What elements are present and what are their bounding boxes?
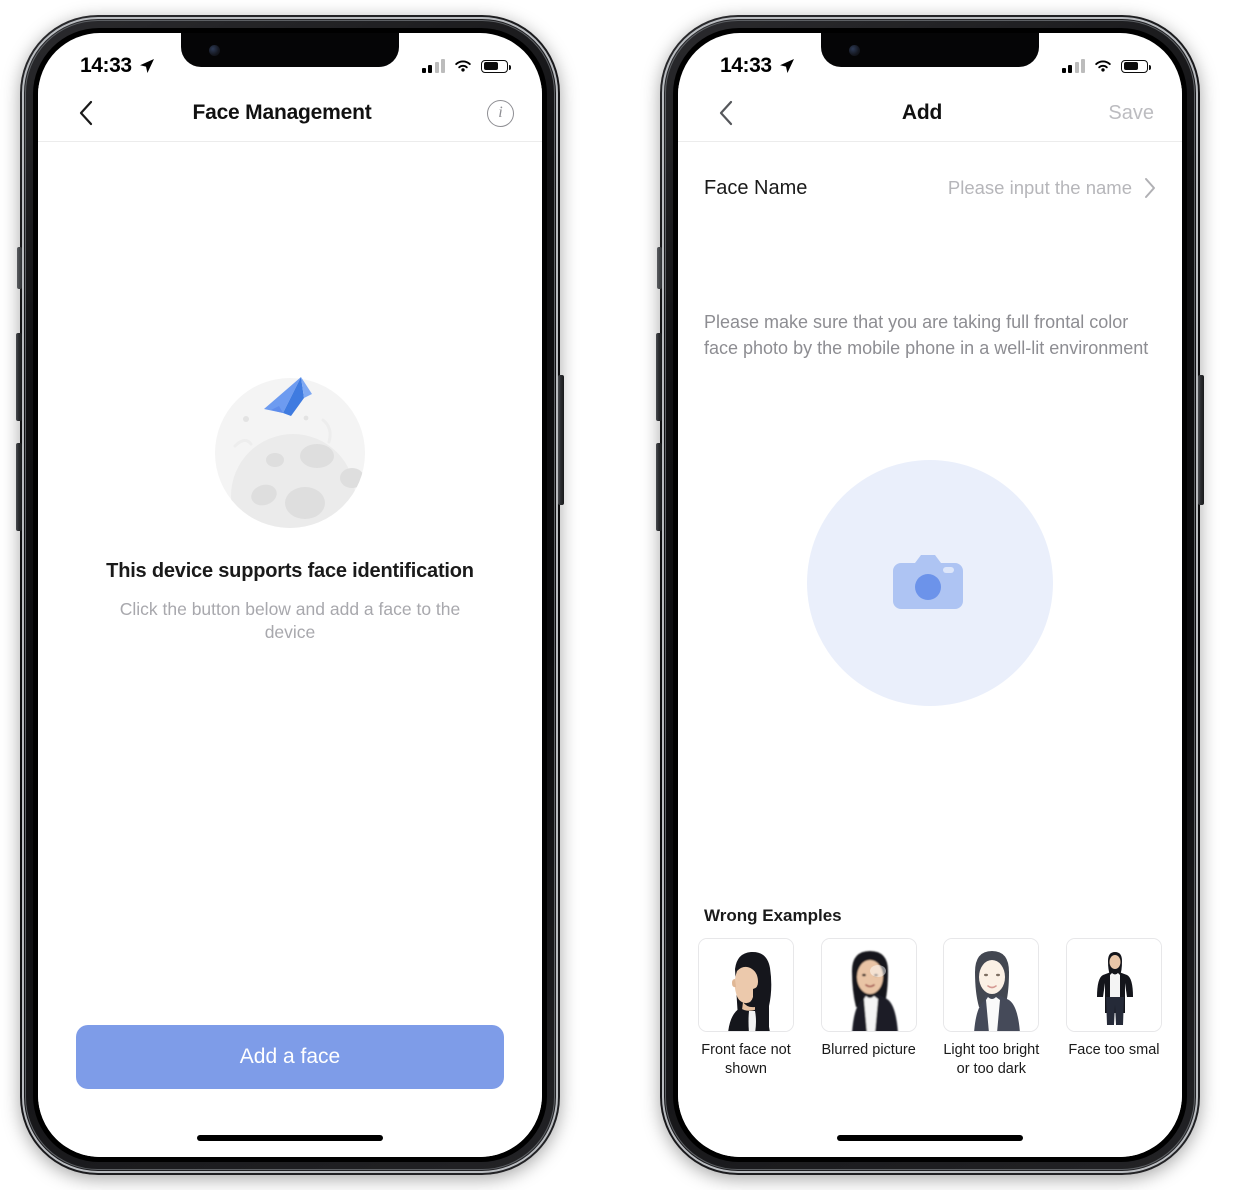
wrong-example-item[interactable]: Front face not shown xyxy=(698,938,794,1078)
phone-inner-frame: 14:33 xyxy=(33,28,547,1162)
status-bar-left: 14:33 xyxy=(720,54,795,78)
moon-and-paper-plane-illustration xyxy=(205,368,375,538)
overexposed-face-photo xyxy=(943,938,1040,1032)
profile-side-view-photo xyxy=(698,938,794,1032)
face-name-input[interactable]: Please input the name xyxy=(948,177,1132,199)
phone-screen-left: 14:33 Face Management i This device supp… xyxy=(38,33,542,1157)
info-circle-icon[interactable]: i xyxy=(487,99,514,127)
status-bar-right xyxy=(1061,58,1151,74)
battery-icon xyxy=(1121,59,1151,73)
phone-device-right: 14:33 Add Save Face Name Please input th… xyxy=(656,15,1204,1175)
status-bar-time: 14:33 xyxy=(720,54,772,77)
instruction-text: Please make sure that you are taking ful… xyxy=(704,312,1149,358)
cellular-signal-icon xyxy=(421,58,445,73)
navigation-bar-right: Add Save xyxy=(678,85,1182,141)
empty-state-title: This device supports face identification xyxy=(106,560,474,582)
mute-switch-button[interactable] xyxy=(657,247,662,289)
status-bar-left: 14:33 xyxy=(80,54,155,78)
back-button[interactable] xyxy=(66,93,106,133)
navigation-bar-left: Face Management i xyxy=(38,85,542,141)
wrong-example-item[interactable]: Blurred picture xyxy=(820,938,917,1078)
screenshot-stage: 14:33 Face Management i This device supp… xyxy=(0,0,1260,1190)
home-indicator[interactable] xyxy=(837,1135,1023,1141)
location-arrow-icon xyxy=(139,59,154,73)
home-indicator[interactable] xyxy=(197,1135,383,1141)
back-button[interactable] xyxy=(706,93,746,133)
phone-inner-frame: 14:33 xyxy=(673,28,1187,1162)
status-bar: 14:33 xyxy=(38,33,542,85)
blurred-face-photo xyxy=(820,938,917,1032)
add-a-face-button[interactable]: Add a face xyxy=(76,1025,504,1089)
wifi-icon xyxy=(455,59,471,72)
status-bar-time: 14:33 xyxy=(80,54,132,77)
cellular-signal-icon xyxy=(1061,58,1085,73)
volume-down-button[interactable] xyxy=(16,443,22,531)
wrong-example-caption: Front face not shown xyxy=(701,1042,791,1077)
navigation-right-actions: Save xyxy=(1098,102,1154,125)
wrong-example-item[interactable]: Light too bright or too dark xyxy=(943,938,1040,1078)
mute-switch-button[interactable] xyxy=(17,247,22,289)
phone-screen-right: 14:33 Add Save Face Name Please input th… xyxy=(678,33,1182,1157)
power-button[interactable] xyxy=(1198,375,1204,505)
capture-photo-button[interactable] xyxy=(807,460,1053,706)
face-management-content: This device supports face identification… xyxy=(38,142,542,1157)
face-name-row[interactable]: Face Name Please input the name xyxy=(678,142,1182,234)
status-bar-right xyxy=(421,58,511,74)
phone-device-left: 14:33 Face Management i This device supp… xyxy=(16,15,564,1175)
wrong-example-caption: Blurred picture xyxy=(821,1042,916,1058)
chevron-left-icon xyxy=(79,100,92,126)
volume-up-button[interactable] xyxy=(16,333,22,421)
battery-icon xyxy=(481,59,511,73)
wrong-examples-list: Front face not shown Blurred picture Lig… xyxy=(698,938,1162,1078)
page-title: Add xyxy=(901,101,943,124)
add-face-content: Face Name Please input the name Please m… xyxy=(678,142,1182,1157)
wrong-examples-title: Wrong Examples xyxy=(704,906,842,925)
wrong-example-caption: Light too bright or too dark xyxy=(943,1042,1040,1077)
wrong-example-caption: Face too smal xyxy=(1068,1042,1160,1058)
full-body-distant-photo xyxy=(1065,938,1162,1032)
page-title: Face Management xyxy=(192,101,372,124)
volume-down-button[interactable] xyxy=(656,443,662,531)
save-button[interactable]: Save xyxy=(1108,102,1154,125)
location-arrow-icon xyxy=(779,59,794,73)
empty-state-subtitle: Click the button below and add a face to… xyxy=(119,599,461,643)
navigation-right-actions: i xyxy=(458,99,514,127)
volume-up-button[interactable] xyxy=(656,333,662,421)
wifi-icon xyxy=(1095,59,1111,72)
status-bar: 14:33 xyxy=(678,33,1182,85)
camera-icon xyxy=(893,555,963,609)
face-name-label: Face Name xyxy=(704,176,808,199)
power-button[interactable] xyxy=(558,375,564,505)
chevron-left-icon xyxy=(719,100,732,126)
chevron-right-icon xyxy=(1144,177,1156,199)
wrong-example-item[interactable]: Face too smal xyxy=(1065,938,1162,1078)
